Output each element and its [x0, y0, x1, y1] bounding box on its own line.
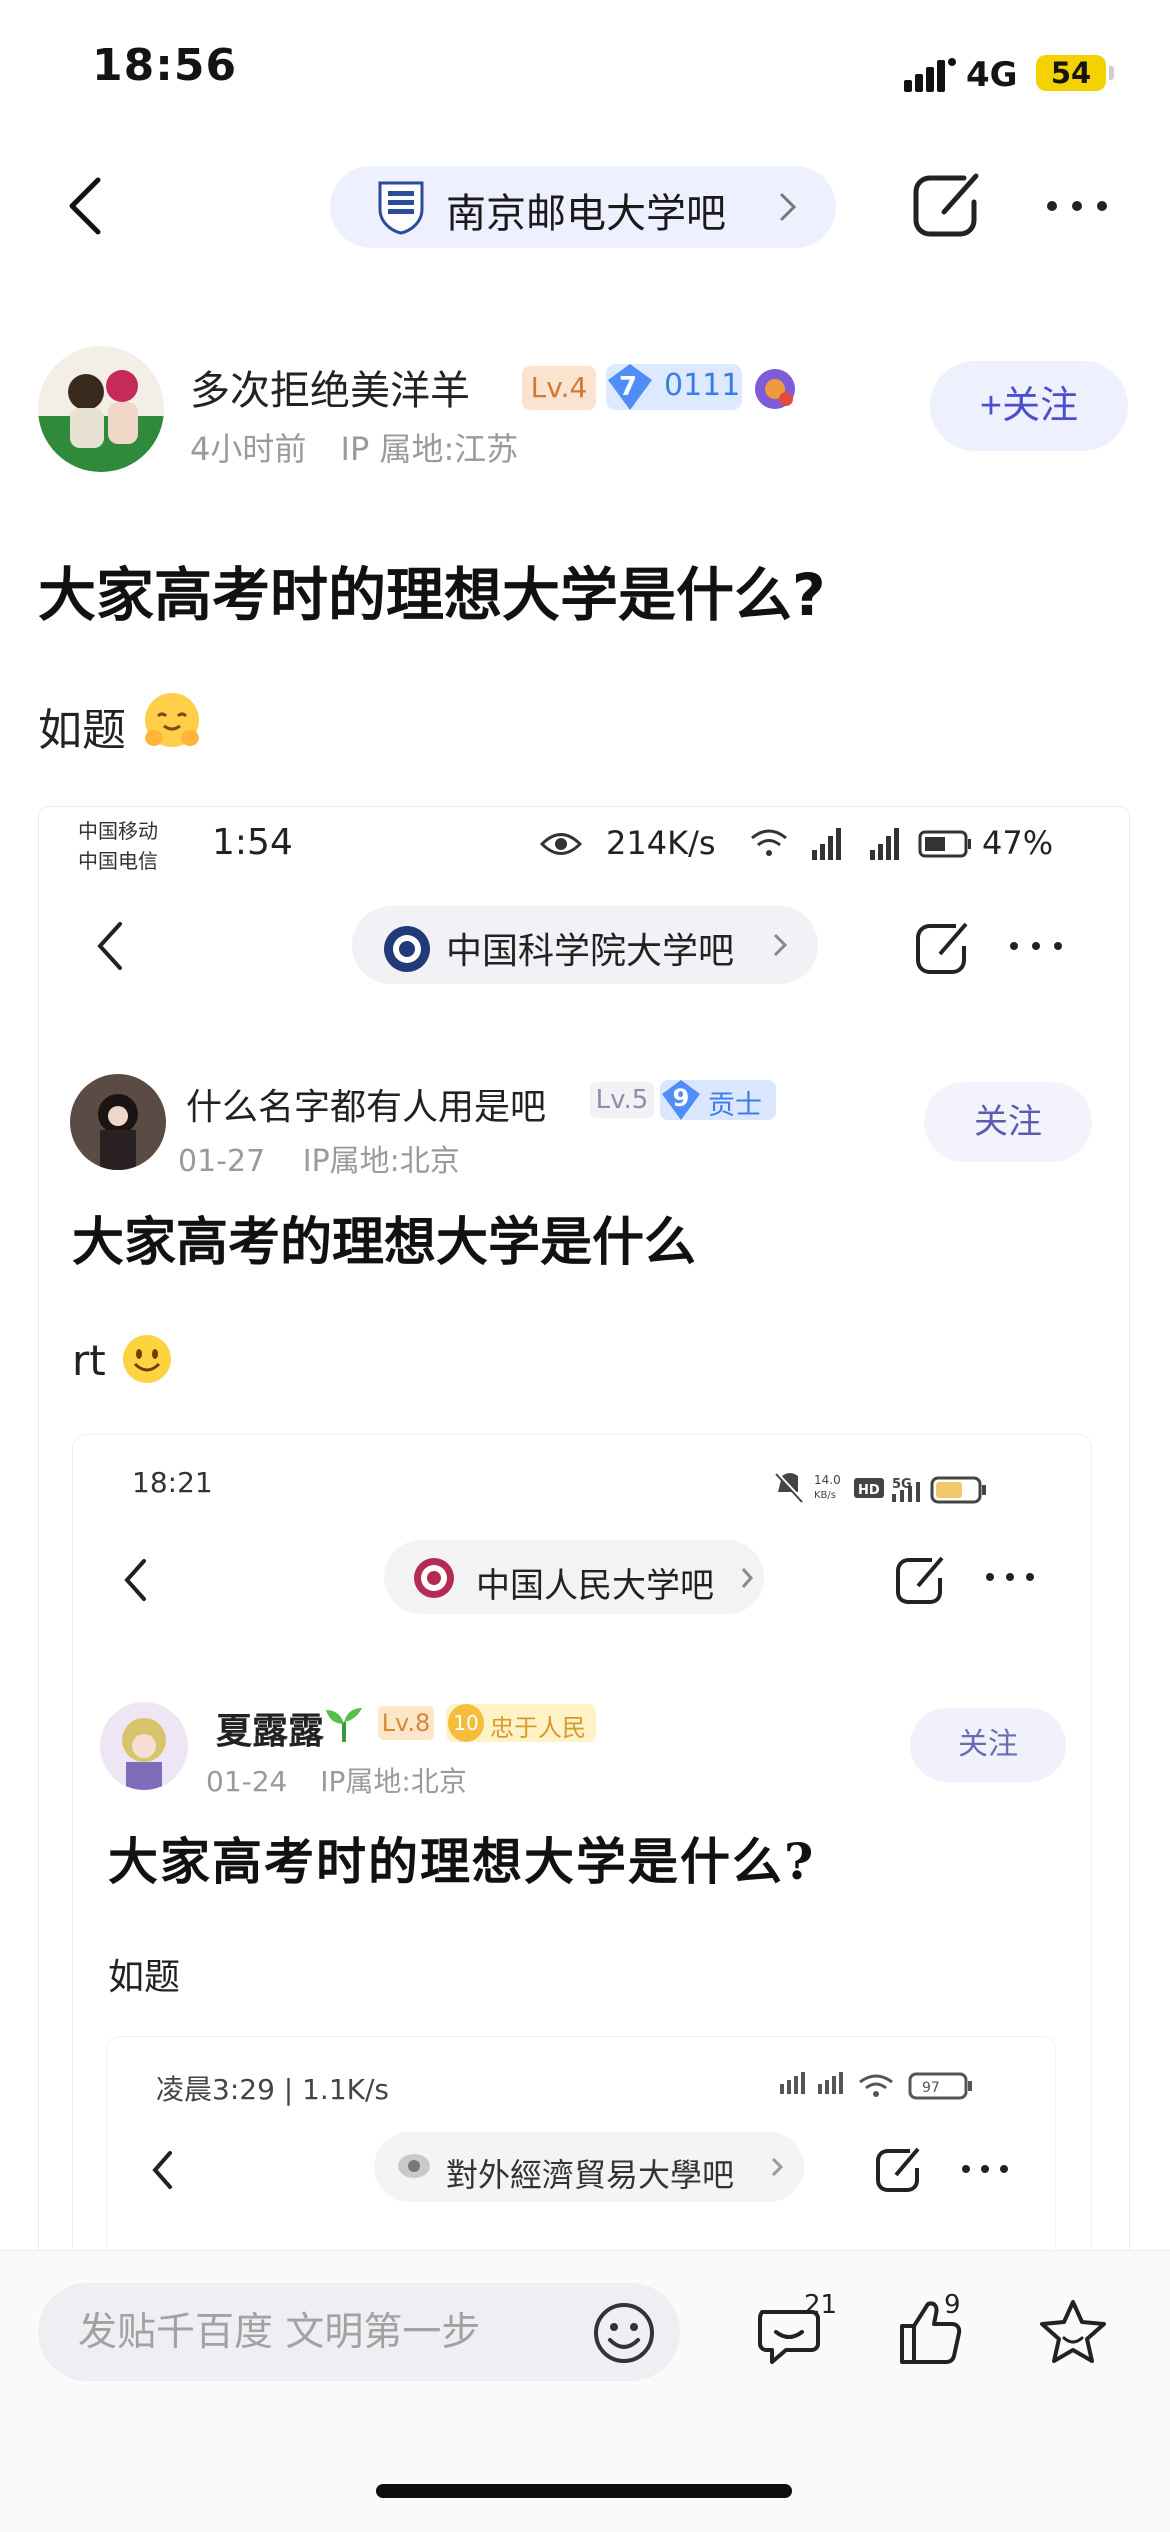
follow-button[interactable]: +关注 — [930, 361, 1128, 451]
star-icon[interactable] — [1038, 2298, 1108, 2366]
nested-title: 大家高考时的理想大学是什么? — [108, 1832, 816, 1891]
quoted-forum-name: 中国科学院大学吧 — [446, 931, 735, 972]
quoted-author-name: 什么名字都有人用是吧 — [186, 1087, 547, 1128]
quoted-body: rt — [72, 1336, 106, 1385]
nested-ip: IP属地:北京 — [320, 1765, 467, 1798]
svg-text:14.0: 14.0 — [814, 1473, 841, 1487]
nested-status: 凌晨3:29 | 1.1K/s — [156, 2073, 390, 2106]
share-icon — [896, 1556, 944, 1604]
author-name[interactable]: 多次拒绝美洋羊 — [190, 358, 470, 416]
nested-body: 如题 — [108, 1957, 181, 1998]
smile-emoji-icon — [123, 1335, 171, 1383]
share-icon[interactable] — [908, 168, 984, 240]
more-icon — [1010, 942, 1062, 950]
sprout-icon — [326, 1708, 362, 1742]
nested-meta: 01-24 IP属地:北京 — [206, 1760, 467, 1800]
nested-author-name: 夏露露 — [216, 1710, 325, 1752]
more-icon — [986, 1573, 1034, 1581]
nested-level-badge: Lv.8 — [378, 1706, 434, 1740]
more-icon[interactable] — [1044, 196, 1110, 216]
quoted-time: 1:54 — [212, 822, 293, 863]
battery-icon: 54 — [1036, 55, 1106, 91]
svg-text:HD: HD — [858, 1483, 880, 1498]
level-badge: Lv.4 — [522, 366, 596, 410]
nested-forum-name-2: 對外經濟貿易大學吧 — [446, 2156, 735, 2194]
post-body: 如题 — [38, 705, 126, 756]
chevron-right-icon — [773, 933, 788, 957]
battery-cap — [1109, 66, 1114, 80]
nested-battery: 97 — [922, 2080, 940, 2096]
more-icon — [962, 2165, 1008, 2173]
carrier-top: 中国移动 — [78, 819, 158, 843]
battery-percent: 47% — [982, 824, 1054, 862]
emoji-icon[interactable] — [590, 2300, 658, 2366]
wifi-icon — [751, 829, 787, 856]
svg-text:KB/s: KB/s — [814, 1490, 836, 1501]
quoted-title: 大家高考的理想大学是什么 — [72, 1213, 697, 1273]
quoted-meta: 01-27 IP属地:北京 — [178, 1136, 460, 1180]
forum-logo-icon — [384, 926, 430, 972]
forum-logo-icon — [398, 2154, 430, 2178]
network-type: 4G — [966, 55, 1018, 95]
status-time: 18:56 — [92, 40, 238, 91]
share-icon — [876, 2147, 920, 2192]
nested-follow-button: 关注 — [910, 1708, 1066, 1782]
cellular-signal-icon — [904, 58, 956, 92]
fan-level: 7 — [618, 372, 638, 402]
signal-icon — [812, 828, 841, 860]
chevron-right-icon — [780, 193, 797, 221]
signal-icon — [870, 828, 899, 860]
quoted-avatar — [70, 1074, 166, 1170]
back-icon — [152, 2151, 172, 2189]
quoted-fan-level: 9 — [672, 1084, 690, 1112]
quoted-date: 01-27 — [178, 1144, 266, 1179]
forum-logo-icon — [378, 181, 424, 235]
quoted-follow-button: 关注 — [924, 1082, 1092, 1162]
home-indicator[interactable] — [376, 2484, 792, 2498]
medal-icon — [755, 369, 795, 409]
status-icons: 97 — [780, 2072, 972, 2100]
ip-location: IP 属地:江苏 — [340, 430, 519, 468]
quoted-ip: IP属地:北京 — [302, 1144, 460, 1179]
avatar[interactable] — [38, 346, 164, 472]
nested-date: 01-24 — [206, 1765, 288, 1798]
chevron-right-icon — [741, 1568, 754, 1588]
share-icon — [916, 922, 968, 974]
carrier-bottom: 中国电信 — [78, 849, 158, 873]
forum-name[interactable]: 南京邮电大学吧 — [446, 181, 726, 239]
nested-forum-name: 中国人民大学吧 — [476, 1566, 714, 1606]
hug-emoji-icon — [145, 693, 199, 747]
nested-fan-title: 忠于人民 — [490, 1714, 586, 1742]
quoted-level-badge: Lv.5 — [590, 1082, 654, 1118]
quoted-fan-title: 贡士 — [708, 1090, 762, 1121]
nested-avatar — [100, 1702, 188, 1790]
eye-icon — [540, 833, 582, 855]
nested-time: 18:21 — [132, 1466, 213, 1499]
chevron-right-icon — [771, 2157, 784, 2177]
post-time: 4小时前 — [190, 430, 307, 468]
back-icon — [97, 922, 122, 970]
net-speed: 214K/s — [606, 824, 716, 862]
fan-badge-label: 0111 — [664, 368, 741, 403]
post-meta: 4小时前 IP 属地:江苏 — [190, 424, 518, 470]
comment-input[interactable] — [38, 2283, 680, 2381]
forum-logo-icon — [414, 1558, 454, 1598]
comment-count: 21 — [804, 2290, 838, 2320]
post-title: 大家高考时的理想大学是什么? — [38, 561, 826, 629]
like-count: 9 — [944, 2290, 961, 2320]
back-icon[interactable] — [62, 176, 110, 236]
status-icons: 14.0KB/s HD 5G — [774, 1470, 986, 1504]
quoted-carrier: 中国移动 中国电信 — [78, 816, 158, 876]
battery-icon — [918, 830, 971, 858]
nested-fan-level: 10 — [448, 1704, 484, 1742]
back-icon — [124, 1559, 146, 1601]
